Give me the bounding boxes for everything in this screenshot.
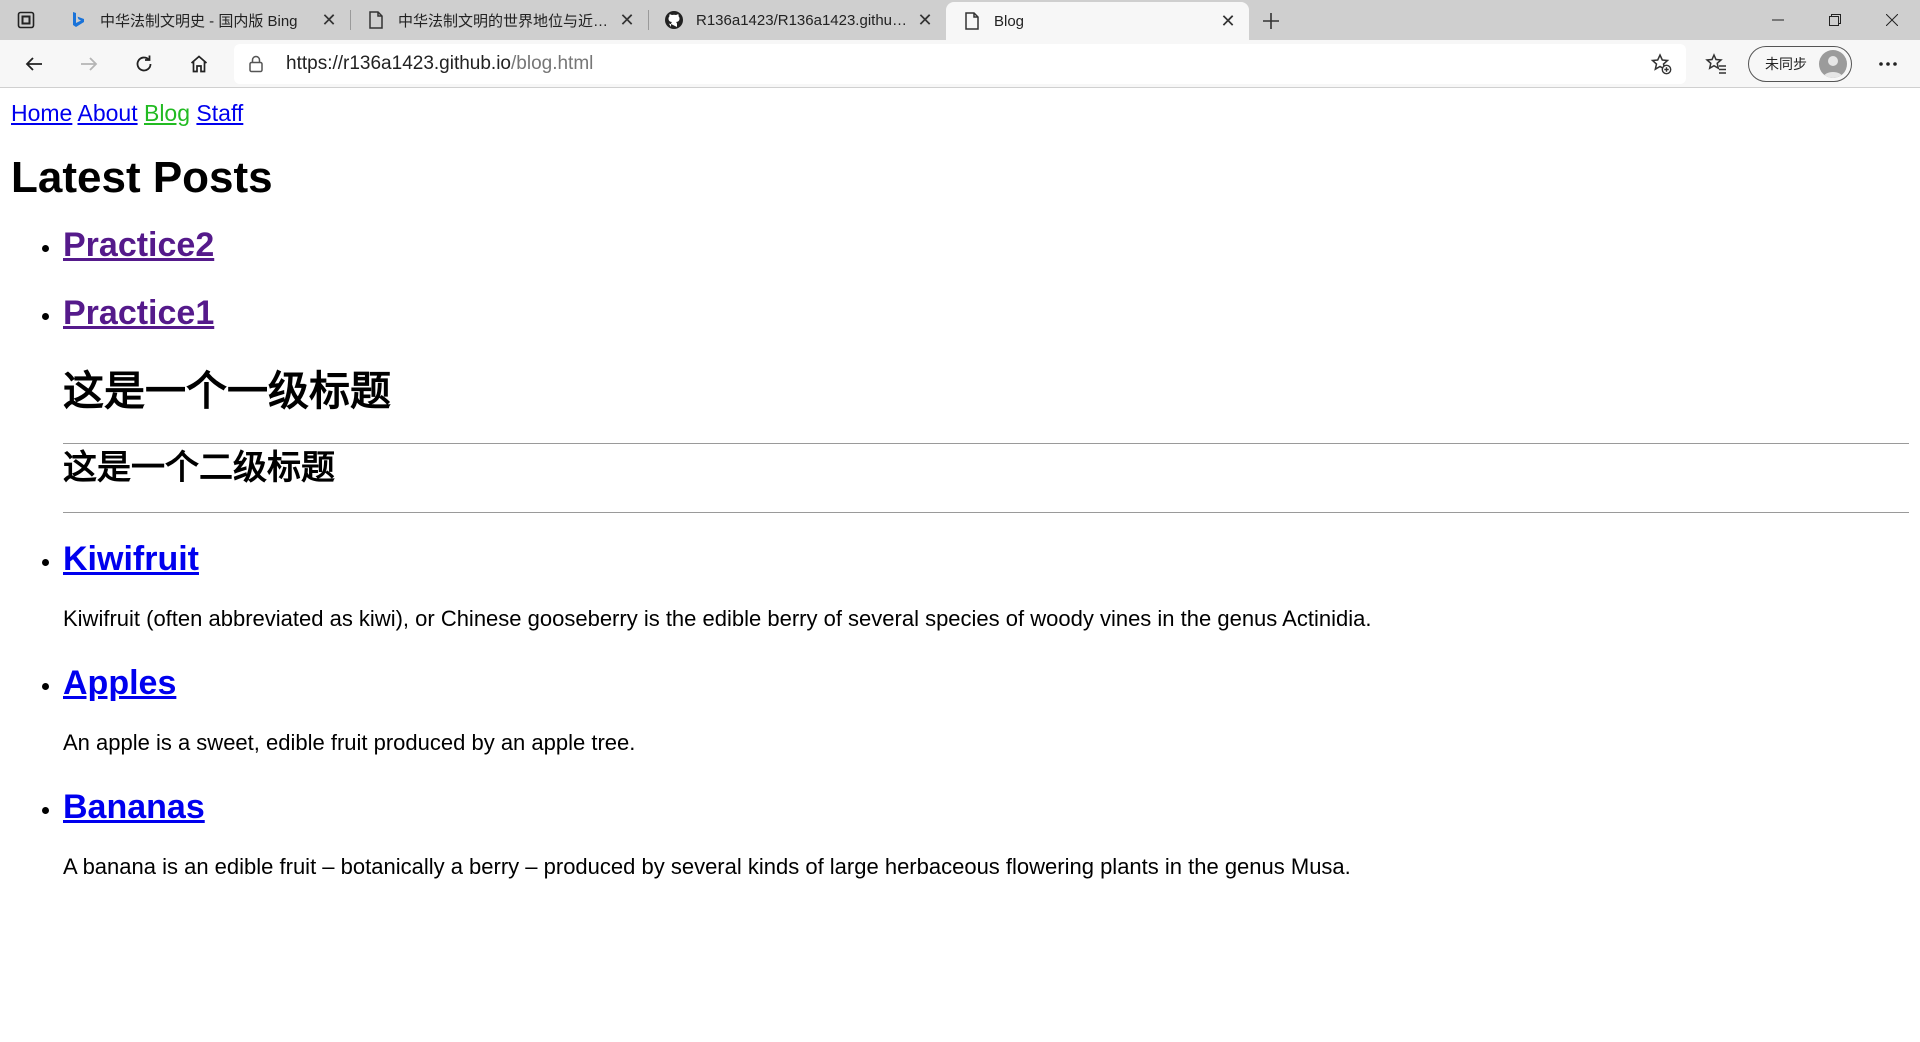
- nav-blog-link[interactable]: Blog: [144, 100, 190, 126]
- close-icon[interactable]: ✕: [616, 9, 638, 31]
- post-title: Practice2: [63, 221, 1909, 269]
- arrow-right-icon: [81, 56, 98, 71]
- post-excerpt: 这是一个一级标题 这是一个二级标题: [63, 357, 1909, 535]
- post-description: Kiwifruit (often abbreviated as kiwi), o…: [63, 606, 1372, 631]
- post-description: A banana is an edible fruit – botanicall…: [63, 854, 1351, 879]
- tab-actions-icon: [17, 11, 35, 29]
- new-tab-button[interactable]: [1249, 2, 1293, 40]
- post-link-practice2[interactable]: Practice2: [63, 226, 214, 264]
- tab-title: 中华法制文明的世界地位与近代化: [398, 12, 616, 30]
- nav-about-link[interactable]: About: [77, 100, 137, 126]
- list-item: Practice1 这是一个一级标题 这是一个二级标题: [63, 289, 1909, 535]
- add-favorite-icon[interactable]: [1650, 52, 1672, 75]
- url-host: https://r136a1423.github.io: [286, 52, 512, 74]
- post-list: Practice2 Practice1 这是一个一级标题 这是一个二级标题 Ki…: [11, 221, 1909, 883]
- favorites-button[interactable]: [1696, 44, 1736, 84]
- list-item: Kiwifruit Kiwifruit (often abbreviated a…: [63, 535, 1909, 635]
- restore-icon: [1828, 14, 1841, 26]
- close-icon[interactable]: ✕: [1217, 10, 1239, 32]
- plus-icon: [1263, 13, 1279, 29]
- tab-bing[interactable]: 中华法制文明史 - 国内版 Bing ✕: [52, 2, 350, 38]
- close-icon[interactable]: ✕: [318, 9, 340, 31]
- post-description: An apple is a sweet, edible fruit produc…: [63, 730, 636, 755]
- tab-strip: 中华法制文明史 - 国内版 Bing ✕ 中华法制文明的世界地位与近代化 ✕ R…: [0, 0, 1920, 40]
- close-icon[interactable]: ✕: [914, 9, 936, 31]
- page-title: Latest Posts: [11, 153, 273, 202]
- close-window-button[interactable]: [1863, 0, 1920, 40]
- page-icon: [962, 11, 982, 31]
- nav-home-link[interactable]: Home: [11, 100, 72, 126]
- github-icon: [664, 10, 684, 30]
- page-icon: [366, 10, 386, 30]
- post-link-apples[interactable]: Apples: [63, 664, 176, 702]
- nav-staff-link[interactable]: Staff: [196, 100, 243, 126]
- tab-blog[interactable]: Blog ✕: [946, 2, 1249, 40]
- post-title: Kiwifruit: [63, 535, 1909, 583]
- tab-title: R136a1423/R136a1423.github.io: [696, 11, 914, 29]
- arrow-left-icon: [25, 56, 42, 71]
- tab-actions-button[interactable]: [0, 0, 52, 40]
- settings-menu-button[interactable]: [1868, 44, 1908, 84]
- reload-button[interactable]: [124, 44, 164, 84]
- tab-title: 中华法制文明史 - 国内版 Bing: [100, 12, 298, 30]
- window-controls: [1749, 0, 1920, 40]
- back-button[interactable]: [14, 44, 54, 84]
- excerpt-heading-2: 这是一个二级标题: [63, 449, 335, 487]
- browser-toolbar: https://r136a1423.github.io/blog.html 未同…: [0, 40, 1920, 88]
- home-icon: [190, 54, 208, 72]
- reload-icon: [136, 55, 152, 71]
- tab-github[interactable]: R136a1423/R136a1423.github.io ✕: [648, 2, 946, 38]
- minimize-icon: [1771, 19, 1784, 21]
- profile-label: 未同步: [1765, 55, 1807, 72]
- profile-button[interactable]: 未同步: [1748, 45, 1852, 82]
- address-bar[interactable]: https://r136a1423.github.io/blog.html: [234, 43, 1686, 84]
- lock-icon[interactable]: [248, 54, 268, 74]
- excerpt-heading-1: 这是一个一级标题: [63, 368, 391, 414]
- post-link-kiwifruit[interactable]: Kiwifruit: [63, 540, 199, 578]
- bing-icon: [68, 10, 88, 30]
- post-title: Apples: [63, 659, 1909, 707]
- list-item: Bananas A banana is an edible fruit – bo…: [63, 783, 1909, 883]
- close-icon: [1885, 14, 1898, 26]
- page-content: Home About Blog Staff Latest Posts Pract…: [0, 88, 1920, 919]
- post-link-practice1[interactable]: Practice1: [63, 294, 214, 332]
- post-link-bananas[interactable]: Bananas: [63, 788, 205, 826]
- tab-title: Blog: [994, 12, 1025, 30]
- restore-button[interactable]: [1806, 0, 1863, 40]
- avatar-icon: [1819, 49, 1847, 78]
- more-icon: [1879, 61, 1897, 66]
- favorites-icon: [1705, 52, 1726, 74]
- post-title: Bananas: [63, 783, 1909, 831]
- home-button[interactable]: [179, 44, 219, 84]
- url-path: /blog.html: [511, 52, 594, 74]
- tab-doc[interactable]: 中华法制文明的世界地位与近代化 ✕: [350, 2, 648, 38]
- list-item: Practice2: [63, 221, 1909, 269]
- minimize-button[interactable]: [1749, 0, 1806, 40]
- post-title: Practice1: [63, 289, 1909, 337]
- forward-button[interactable]: [69, 44, 109, 84]
- site-nav: Home About Blog Staff: [11, 100, 1909, 127]
- list-item: Apples An apple is a sweet, edible fruit…: [63, 659, 1909, 759]
